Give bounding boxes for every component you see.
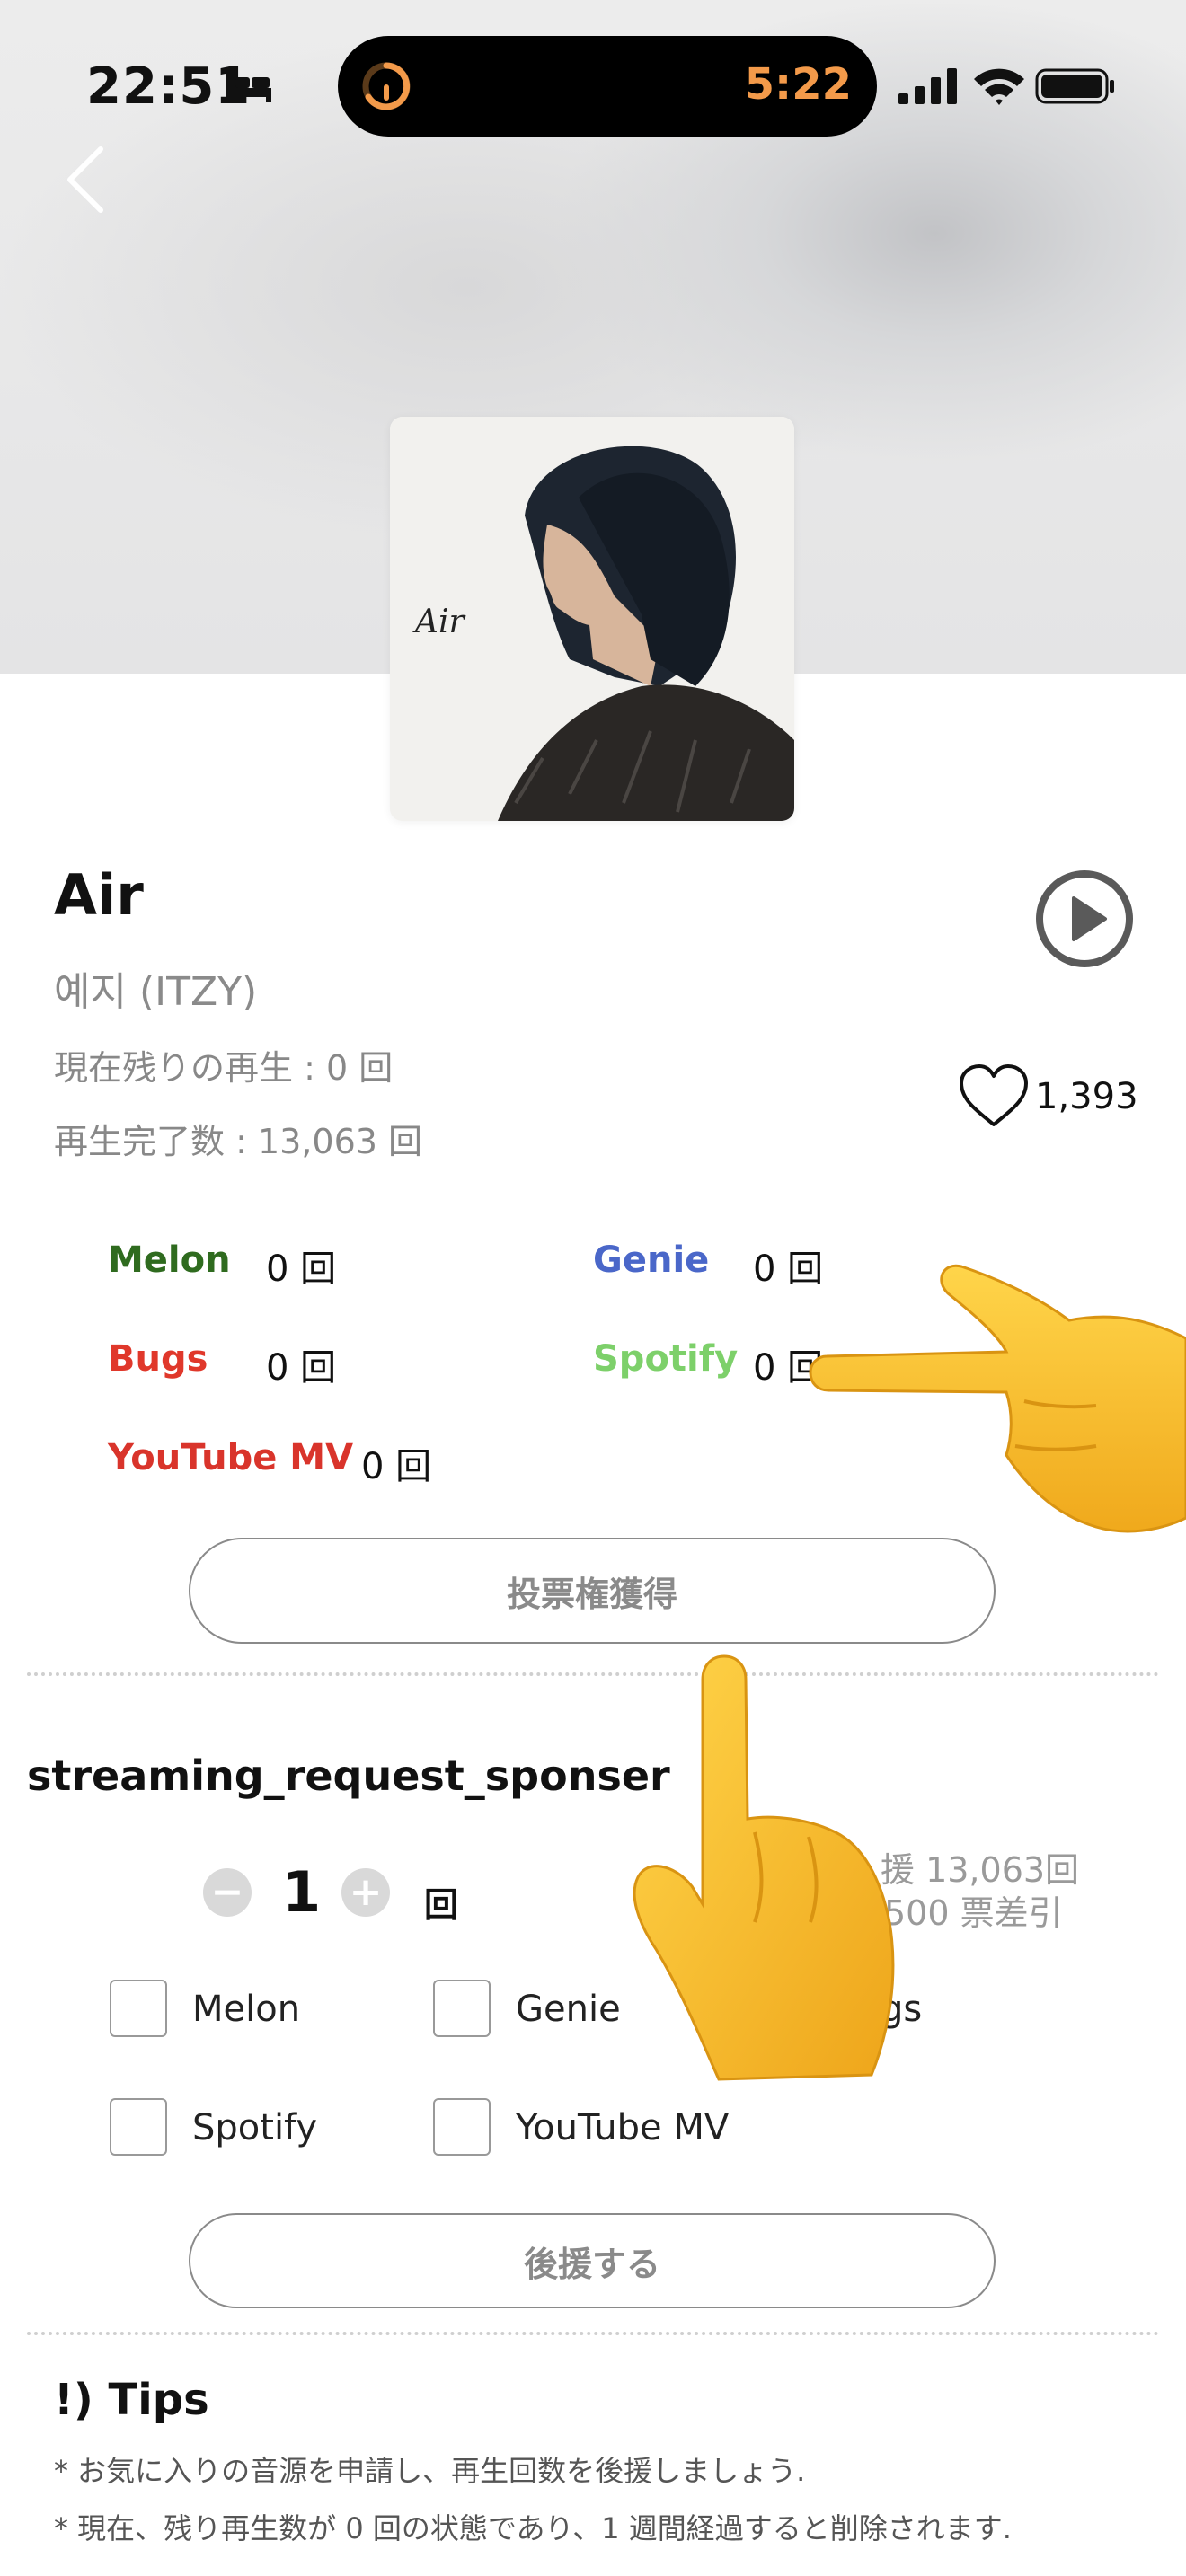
platform-name-youtube-mv: YouTube MV xyxy=(108,1437,354,1478)
support-info: 援 13,063回 500 票差引 xyxy=(881,1848,1079,1935)
vote-button[interactable]: 投票権獲得 xyxy=(189,1538,996,1644)
sleep-focus-icon xyxy=(226,72,271,102)
pointing-up-hand-icon xyxy=(633,1654,895,2081)
platform-count-melon: 0 回 xyxy=(266,1248,337,1290)
checkbox-melon[interactable] xyxy=(110,1980,167,2037)
quantity-value: 1 xyxy=(282,1859,322,1925)
song-title: Air xyxy=(54,862,144,928)
battery-icon xyxy=(1035,68,1114,104)
minus-button[interactable]: − xyxy=(203,1868,252,1917)
heart-icon[interactable] xyxy=(958,1063,1030,1128)
album-cover: Air xyxy=(390,417,794,821)
platform-name-genie: Genie xyxy=(593,1239,710,1281)
platform-name-spotify: Spotify xyxy=(593,1338,739,1380)
checkbox-label-genie: Genie xyxy=(516,1989,621,2030)
section-divider xyxy=(27,1672,1159,1676)
tip-line: * お気に入りの音源を申請し、再生回数を後援しましょう. xyxy=(54,2454,806,2488)
plus-button[interactable]: + xyxy=(341,1868,390,1917)
quantity-unit: 回 xyxy=(424,1885,459,1925)
timer-ring-icon xyxy=(362,62,411,110)
sponsor-section-title: streaming_request_sponser xyxy=(27,1751,670,1800)
support-info-line-2: 500 票差引 xyxy=(884,1893,1063,1933)
remaining-plays: 現在残りの再生 : 0 回 xyxy=(54,1048,394,1088)
sponsor-button[interactable]: 後援する xyxy=(189,2213,996,2308)
section-divider xyxy=(27,2332,1159,2335)
checkbox-label-melon: Melon xyxy=(192,1989,301,2030)
platform-name-bugs: Bugs xyxy=(108,1338,208,1380)
checkbox-label-spotify: Spotify xyxy=(192,2107,318,2148)
pointing-left-hand-icon xyxy=(809,1264,1186,1533)
platform-count-youtube-mv: 0 回 xyxy=(361,1446,432,1487)
platform-count-bugs: 0 回 xyxy=(266,1347,337,1389)
support-info-line-1: 援 13,063回 xyxy=(881,1850,1080,1890)
play-button[interactable] xyxy=(1035,869,1134,968)
tip-line: * 現在、残り再生数が 0 回の状態であり、1 週間経過すると削除されます. xyxy=(54,2511,1012,2545)
cellular-signal-icon xyxy=(898,68,957,104)
dynamic-island[interactable]: 5:22 xyxy=(338,36,877,137)
back-chevron-icon[interactable] xyxy=(63,144,108,216)
checkbox-spotify[interactable] xyxy=(110,2098,167,2156)
artist-name: 예지 (ITZY) xyxy=(54,969,258,1015)
island-timer-text: 5:22 xyxy=(744,59,852,110)
wifi-icon xyxy=(974,68,1024,105)
album-cover-text: Air xyxy=(415,604,465,640)
platform-name-melon: Melon xyxy=(108,1239,231,1281)
checkbox-genie[interactable] xyxy=(433,1980,491,2037)
checkbox-youtube-mv[interactable] xyxy=(433,2098,491,2156)
tips-title: !) Tips xyxy=(54,2375,209,2425)
like-count: 1,393 xyxy=(1035,1076,1138,1117)
checkbox-label-youtube-mv: YouTube MV xyxy=(516,2107,730,2148)
completed-plays: 再生完了数 : 13,063 回 xyxy=(54,1122,423,1161)
